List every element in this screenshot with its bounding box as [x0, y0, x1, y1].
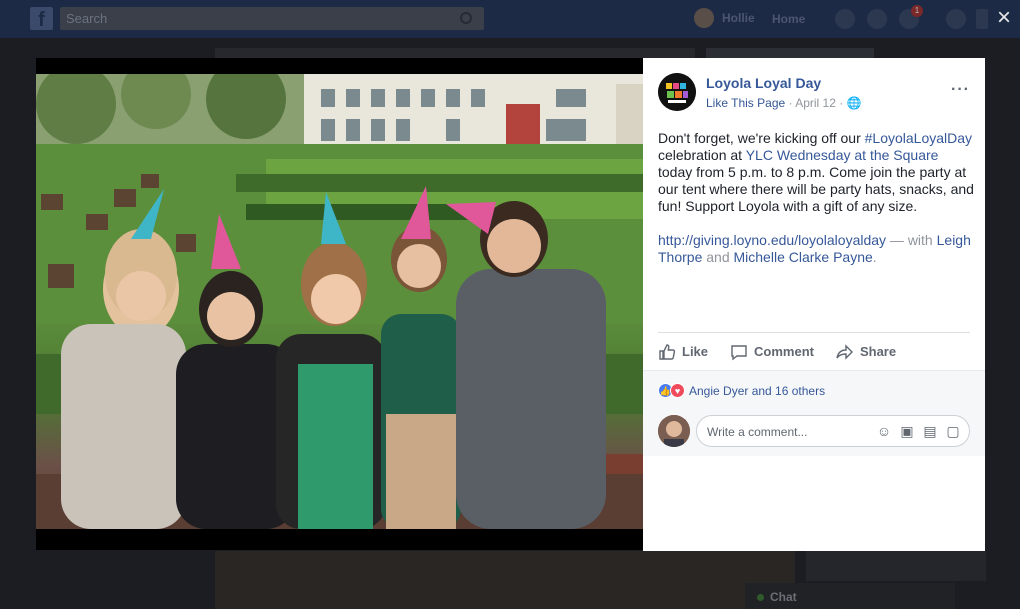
thank-you-logo-icon — [658, 73, 696, 111]
post-meta: Like This Page · April 12 · 🌐 — [706, 96, 862, 110]
help-icon[interactable] — [946, 9, 966, 29]
hashtag-link[interactable]: #LoyolaLoyalDay — [865, 130, 972, 146]
comment-placeholder: Write a comment... — [707, 425, 808, 439]
search-icon[interactable] — [460, 12, 472, 24]
reactions-text: Angie Dyer and 16 others — [689, 383, 826, 398]
user-name: Hollie — [722, 11, 755, 25]
tagged-person-link[interactable]: Michelle Clarke Payne — [734, 249, 873, 265]
like-page-link[interactable]: Like This Page — [706, 96, 785, 110]
facebook-topbar: f Search Hollie Home 1 — [0, 0, 1020, 38]
background-photos — [215, 551, 795, 609]
background-panel — [806, 551, 986, 581]
post-paragraph: Don't forget, we're kicking off our #Loy… — [658, 130, 974, 215]
avatar — [658, 415, 690, 447]
post-text: celebration at — [658, 147, 746, 163]
photo-illustration — [36, 74, 644, 529]
chat-label: Chat — [770, 590, 797, 604]
camera-icon[interactable]: ▣ — [899, 423, 915, 439]
reactions-area: 👍 ♥ Angie Dyer and 16 others Write a com… — [643, 370, 985, 456]
post-photo[interactable] — [36, 74, 644, 529]
post-text: Don't forget, we're kicking off our — [658, 130, 865, 146]
comment-input[interactable]: Write a comment... ☺ ▣ ▤ ▢ — [696, 415, 970, 447]
friends-icon[interactable] — [835, 9, 855, 29]
thumbs-up-icon — [659, 343, 676, 360]
home-link[interactable]: Home — [772, 12, 805, 26]
gif-icon[interactable]: ▤ — [922, 423, 938, 439]
chat-bar[interactable]: Chat — [745, 583, 955, 609]
close-icon[interactable]: × — [990, 4, 1018, 32]
messenger-icon[interactable] — [867, 9, 887, 29]
comment-tools: ☺ ▣ ▤ ▢ — [876, 423, 961, 439]
page-avatar[interactable] — [658, 73, 696, 111]
online-dot-icon — [757, 594, 764, 601]
share-icon — [836, 343, 853, 360]
facebook-logo-icon[interactable]: f — [30, 7, 53, 31]
more-options-icon[interactable]: ··· — [951, 81, 970, 99]
sticker-icon[interactable]: ▢ — [945, 423, 961, 439]
meta-separator: · — [839, 96, 847, 110]
post-header: Loyola Loyal Day Like This Page · April … — [658, 73, 970, 113]
avatar — [694, 8, 714, 28]
and-text: and — [702, 249, 734, 265]
reactions-summary[interactable]: 👍 ♥ Angie Dyer and 16 others — [658, 383, 825, 398]
post-paragraph: http://giving.loyno.edu/loyolaloyalday —… — [658, 232, 974, 266]
post-body: Don't forget, we're kicking off our #Loy… — [658, 130, 974, 266]
with-text: — with — [886, 232, 937, 248]
comment-button[interactable]: Comment — [730, 343, 814, 361]
photo-viewer — [36, 58, 644, 550]
like-button[interactable]: Like — [658, 343, 708, 361]
period-text: . — [872, 249, 877, 265]
like-label: Like — [682, 344, 709, 359]
comment-icon — [731, 344, 747, 360]
post-text: today from 5 p.m. to 8 p.m. Come join th… — [658, 164, 974, 214]
page-name-link[interactable]: Loyola Loyal Day — [706, 75, 821, 91]
venue-link[interactable]: YLC Wednesday at the Square — [746, 147, 939, 163]
user-avatar-icon — [658, 415, 690, 447]
profile-link[interactable]: Hollie — [694, 8, 755, 28]
post-panel: Loyola Loyal Day Like This Page · April … — [643, 58, 985, 551]
share-button[interactable]: Share — [836, 343, 896, 361]
search-placeholder: Search — [66, 11, 108, 26]
emoji-icon[interactable]: ☺ — [876, 423, 892, 439]
notifications-badge: 1 — [911, 5, 923, 17]
comment-label: Comment — [754, 344, 814, 359]
share-label: Share — [859, 344, 897, 359]
giving-link[interactable]: http://giving.loyno.edu/loyolaloyalday — [658, 232, 886, 248]
globe-icon: 🌐 — [846, 96, 862, 110]
comment-composer: Write a comment... ☺ ▣ ▤ ▢ — [658, 415, 970, 447]
love-reaction-icon: ♥ — [670, 383, 685, 398]
post-actions: Like Comment Share — [658, 332, 970, 370]
search-bar[interactable]: Search — [60, 7, 484, 30]
dropdown-arrow-icon[interactable] — [976, 9, 988, 29]
post-date[interactable]: April 12 — [795, 96, 836, 110]
